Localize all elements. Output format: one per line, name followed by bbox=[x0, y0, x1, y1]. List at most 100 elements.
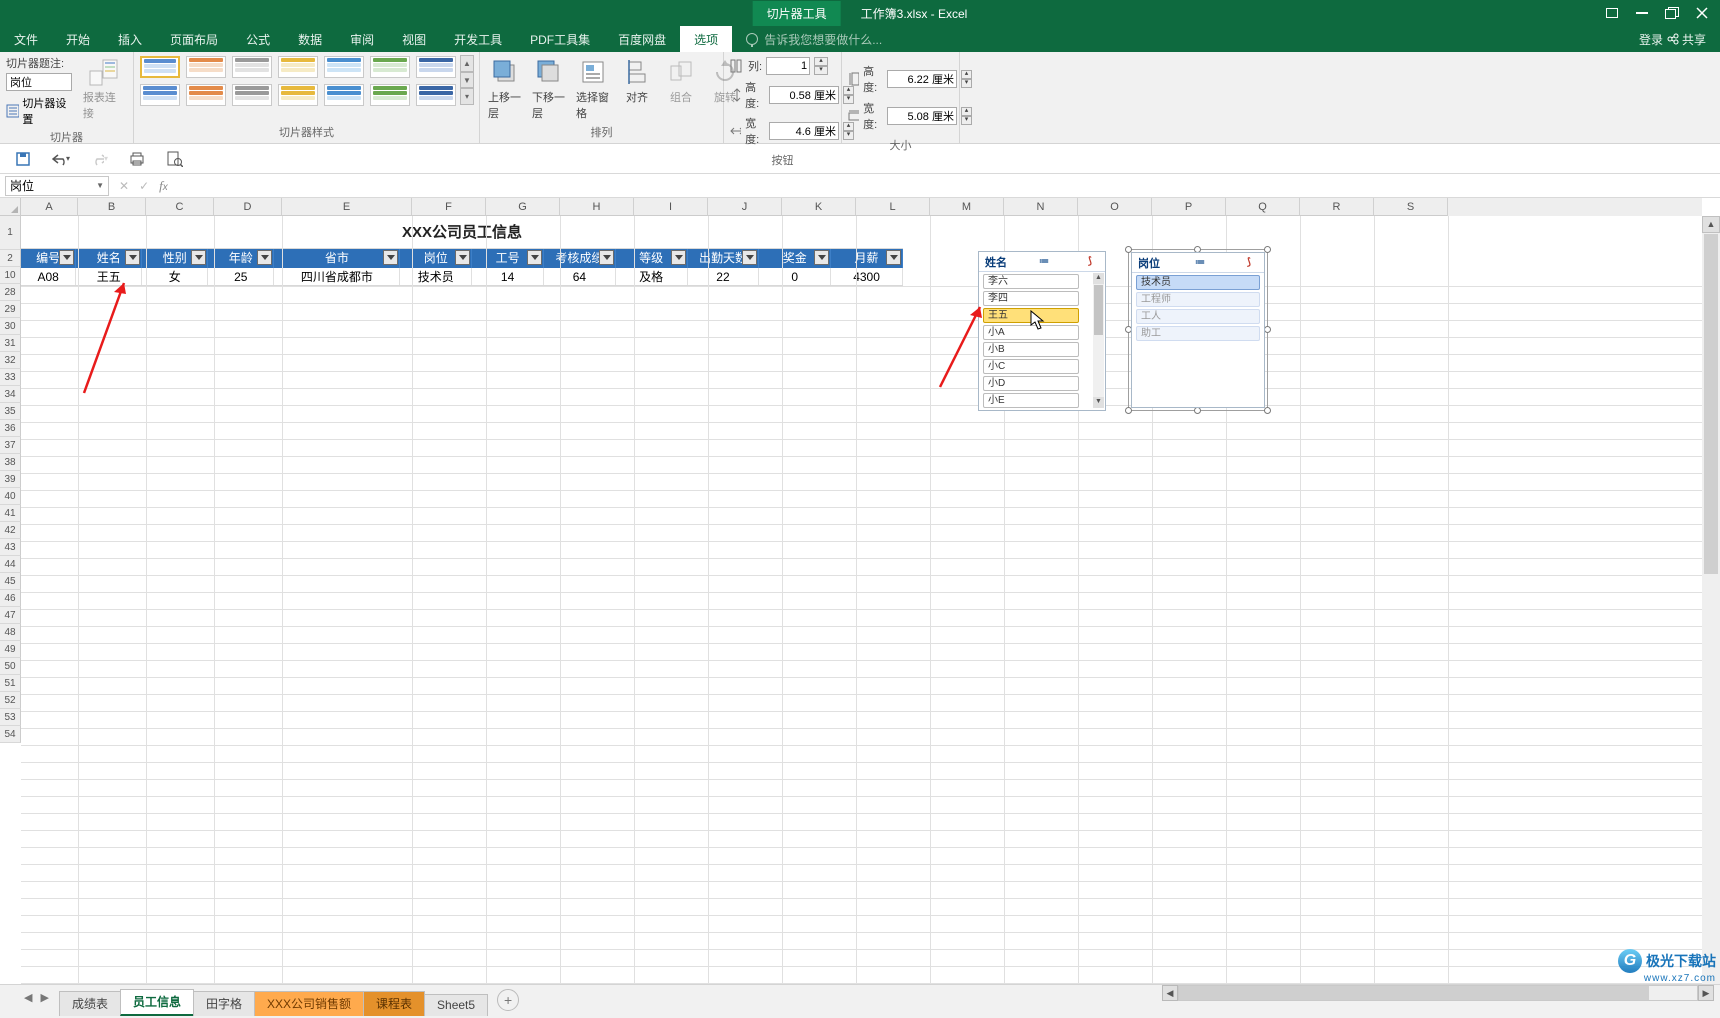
row-header[interactable]: 50 bbox=[0, 658, 21, 675]
selection-pane-button[interactable]: 选择窗格 bbox=[574, 55, 612, 121]
filter-dropdown-icon[interactable] bbox=[383, 250, 398, 265]
group-button[interactable]: 组合 bbox=[662, 55, 700, 105]
row-header[interactable]: 53 bbox=[0, 709, 21, 726]
tab-baidu[interactable]: 百度网盘 bbox=[604, 26, 680, 52]
slicer-item[interactable]: 李六 bbox=[983, 274, 1079, 289]
column-header[interactable]: J bbox=[708, 198, 782, 216]
column-header[interactable]: M bbox=[930, 198, 1004, 216]
header-cell[interactable]: 性别 bbox=[142, 249, 208, 268]
slicer-scrollbar[interactable]: ▲▼ bbox=[1093, 273, 1104, 408]
row-header[interactable]: 10 bbox=[0, 267, 21, 284]
slicer-width-input[interactable] bbox=[887, 107, 957, 125]
row-header[interactable]: 32 bbox=[0, 352, 21, 369]
enter-icon[interactable]: ✓ bbox=[139, 179, 149, 193]
slicer-item[interactable]: 技术员 bbox=[1136, 275, 1260, 290]
row-header[interactable]: 38 bbox=[0, 454, 21, 471]
row-header[interactable]: 44 bbox=[0, 556, 21, 573]
worksheet-grid[interactable]: ABCDEFGHIJKLMNOPQRS 12102829303132333435… bbox=[0, 198, 1720, 1010]
row-header[interactable]: 42 bbox=[0, 522, 21, 539]
send-backward-button[interactable]: 下移一层 bbox=[530, 55, 568, 121]
row-header[interactable]: 47 bbox=[0, 607, 21, 624]
share-button[interactable]: 共享 bbox=[1667, 31, 1706, 48]
slicer-item[interactable]: 李四 bbox=[983, 291, 1079, 306]
column-header[interactable]: Q bbox=[1226, 198, 1300, 216]
sheet-nav[interactable]: ◀▶ bbox=[0, 985, 59, 1004]
row-header[interactable]: 39 bbox=[0, 471, 21, 488]
row-header[interactable]: 35 bbox=[0, 403, 21, 420]
slicer-position[interactable]: 岗位 ≔ ⟆ 技术员工程师工人助工 bbox=[1131, 252, 1265, 408]
column-header[interactable]: I bbox=[634, 198, 708, 216]
column-header[interactable]: K bbox=[782, 198, 856, 216]
login-link[interactable]: 登录 bbox=[1639, 31, 1663, 48]
slicer-item[interactable]: 助工 bbox=[1136, 326, 1260, 341]
data-cell[interactable]: 0 bbox=[759, 268, 831, 285]
sheet-tab[interactable]: 课程表 bbox=[363, 991, 425, 1016]
multi-select-icon[interactable]: ≔ bbox=[1035, 254, 1053, 270]
row-header[interactable]: 1 bbox=[0, 216, 21, 250]
sheet-tab[interactable]: Sheet5 bbox=[424, 994, 488, 1016]
row-header[interactable]: 54 bbox=[0, 726, 21, 743]
tab-layout[interactable]: 页面布局 bbox=[156, 26, 232, 52]
sheet-tab[interactable]: XXX公司销售额 bbox=[254, 991, 364, 1016]
filter-dropdown-icon[interactable] bbox=[886, 250, 901, 265]
column-header[interactable]: S bbox=[1374, 198, 1448, 216]
column-header[interactable]: E bbox=[282, 198, 412, 216]
header-cell[interactable]: 编号 bbox=[21, 249, 76, 268]
gallery-scroll[interactable]: ▲▼▾ bbox=[460, 55, 474, 105]
data-cell[interactable]: 及格 bbox=[616, 268, 688, 285]
tab-pdf[interactable]: PDF工具集 bbox=[516, 26, 604, 52]
tab-formula[interactable]: 公式 bbox=[232, 26, 284, 52]
tab-slicer-options[interactable]: 选项 bbox=[680, 26, 732, 52]
column-header[interactable]: F bbox=[412, 198, 486, 216]
sheet-tab[interactable]: 田字格 bbox=[193, 991, 255, 1016]
formula-input[interactable] bbox=[178, 176, 1720, 196]
header-cell[interactable]: 奖金 bbox=[759, 249, 831, 268]
row-header[interactable]: 49 bbox=[0, 641, 21, 658]
print-icon[interactable] bbox=[128, 150, 146, 168]
report-connections-button[interactable]: 报表连接 bbox=[81, 55, 127, 121]
tab-insert[interactable]: 插入 bbox=[104, 26, 156, 52]
row-header[interactable]: 34 bbox=[0, 386, 21, 403]
clear-filter-icon[interactable]: ⟆ bbox=[1240, 255, 1258, 271]
column-header[interactable]: H bbox=[560, 198, 634, 216]
row-header[interactable]: 46 bbox=[0, 590, 21, 607]
filter-dropdown-icon[interactable] bbox=[671, 250, 686, 265]
data-cell[interactable]: 22 bbox=[688, 268, 760, 285]
header-cell[interactable]: 月薪 bbox=[831, 249, 903, 268]
filter-dropdown-icon[interactable] bbox=[59, 250, 74, 265]
header-cell[interactable]: 姓名 bbox=[76, 249, 142, 268]
slicer-item[interactable]: 小E bbox=[983, 393, 1079, 408]
slicer-item[interactable]: 工人 bbox=[1136, 309, 1260, 324]
tab-data[interactable]: 数据 bbox=[284, 26, 336, 52]
filter-dropdown-icon[interactable] bbox=[125, 250, 140, 265]
horizontal-scrollbar[interactable]: ◀▶ bbox=[1162, 985, 1720, 1001]
filter-dropdown-icon[interactable] bbox=[257, 250, 272, 265]
filter-dropdown-icon[interactable] bbox=[742, 250, 757, 265]
row-header[interactable]: 45 bbox=[0, 573, 21, 590]
row-header[interactable]: 48 bbox=[0, 624, 21, 641]
column-header[interactable]: R bbox=[1300, 198, 1374, 216]
columns-input[interactable] bbox=[766, 57, 810, 75]
slicer-item[interactable]: 工程师 bbox=[1136, 292, 1260, 307]
header-cell[interactable]: 等级 bbox=[616, 249, 688, 268]
select-all-triangle[interactable] bbox=[0, 198, 21, 216]
row-header[interactable]: 2 bbox=[0, 250, 21, 267]
data-cell[interactable]: 4300 bbox=[831, 268, 903, 285]
data-cell[interactable]: 女 bbox=[142, 268, 208, 285]
bring-forward-button[interactable]: 上移一层 bbox=[486, 55, 524, 121]
new-sheet-button[interactable]: + bbox=[497, 989, 519, 1011]
vertical-scrollbar[interactable]: ▲▼ bbox=[1702, 216, 1720, 1010]
slicer-caption-input[interactable] bbox=[6, 73, 72, 91]
slicer-height-input[interactable] bbox=[887, 70, 957, 88]
column-header[interactable]: B bbox=[78, 198, 146, 216]
row-header[interactable]: 52 bbox=[0, 692, 21, 709]
data-cell[interactable]: 14 bbox=[472, 268, 544, 285]
column-header[interactable]: C bbox=[146, 198, 214, 216]
minimize-button[interactable] bbox=[1634, 5, 1650, 21]
filter-dropdown-icon[interactable] bbox=[814, 250, 829, 265]
header-cell[interactable]: 考核成绩 bbox=[544, 249, 616, 268]
row-header[interactable]: 41 bbox=[0, 505, 21, 522]
row-header[interactable]: 28 bbox=[0, 284, 21, 301]
row-header[interactable]: 29 bbox=[0, 301, 21, 318]
undo-button[interactable]: ▾ bbox=[52, 150, 70, 168]
